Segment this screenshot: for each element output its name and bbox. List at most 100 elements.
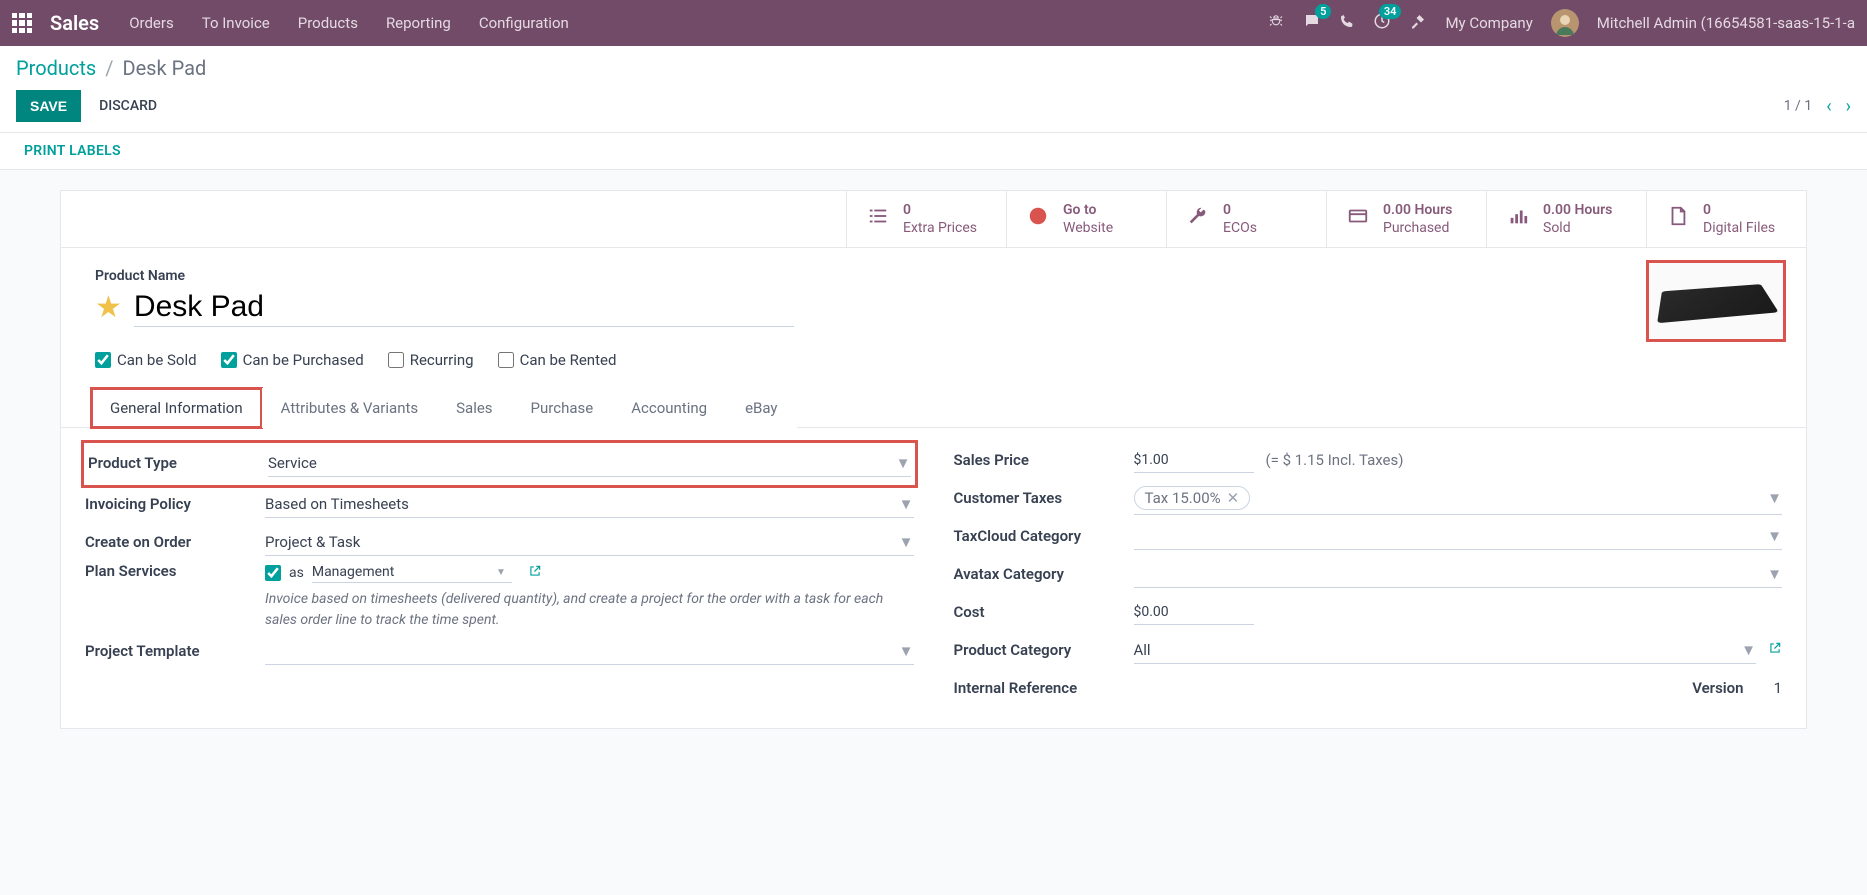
- activities-badge: 34: [1379, 4, 1402, 19]
- sheet-wrap: 0Extra Prices Go toWebsite 0ECOs 0.00 Ho…: [0, 170, 1867, 749]
- create-on-order-select[interactable]: Project & Task ▼: [265, 529, 914, 556]
- nav-products[interactable]: Products: [298, 14, 358, 32]
- nav-orders[interactable]: Orders: [129, 14, 174, 32]
- stat-buttons-row: 0Extra Prices Go toWebsite 0ECOs 0.00 Ho…: [61, 191, 1806, 248]
- apps-icon[interactable]: [12, 13, 32, 33]
- caret-down-icon: ▼: [1767, 565, 1782, 583]
- tab-sales[interactable]: Sales: [437, 388, 511, 428]
- tab-general-information[interactable]: General Information: [91, 388, 262, 428]
- main-navbar: Sales Orders To Invoice Products Reporti…: [0, 0, 1867, 46]
- product-header: Product Name ★: [61, 248, 1806, 337]
- invoicing-policy-select[interactable]: Based on Timesheets ▼: [265, 491, 914, 518]
- product-category-select[interactable]: All ▼: [1134, 637, 1757, 664]
- product-category-label: Product Category: [954, 641, 1134, 659]
- version-label: Version: [1692, 679, 1743, 697]
- can-be-rented-check[interactable]: Can be Rented: [498, 351, 617, 369]
- control-bar: Products / Desk Pad SAVE DISCARD 1 / 1 ‹…: [0, 46, 1867, 133]
- wrench-icon: [1185, 205, 1211, 233]
- breadcrumb-current: Desk Pad: [122, 56, 206, 80]
- app-brand[interactable]: Sales: [50, 11, 99, 35]
- caret-down-icon: ▼: [896, 454, 911, 472]
- globe-icon: [1025, 205, 1051, 233]
- discard-button[interactable]: DISCARD: [99, 98, 157, 114]
- nav-right: 5 34 My Company Mitchell Admin (16654581…: [1267, 9, 1855, 37]
- form-sheet: 0Extra Prices Go toWebsite 0ECOs 0.00 Ho…: [60, 190, 1807, 729]
- nav-configuration[interactable]: Configuration: [479, 14, 569, 32]
- tab-accounting[interactable]: Accounting: [612, 388, 726, 428]
- favorite-star-icon[interactable]: ★: [95, 290, 122, 325]
- tools-icon[interactable]: [1409, 12, 1427, 34]
- bars-icon: [1505, 205, 1531, 233]
- print-labels-button[interactable]: PRINT LABELS: [24, 143, 121, 159]
- company-name[interactable]: My Company: [1445, 14, 1532, 32]
- list-icon: [865, 205, 891, 233]
- taxcloud-category-select[interactable]: ▼: [1134, 523, 1783, 550]
- caret-down-icon: ▼: [1767, 489, 1782, 507]
- sales-price-input[interactable]: $1.00: [1134, 448, 1254, 473]
- product-type-select[interactable]: Service ▼: [268, 450, 911, 477]
- external-link-icon[interactable]: [528, 564, 542, 582]
- product-type-label: Product Type: [88, 454, 268, 472]
- card-icon: [1345, 205, 1371, 233]
- form-left-column: Product Type Service ▼ Invoicing Policy: [85, 442, 914, 708]
- activities-icon[interactable]: 34: [1373, 12, 1391, 34]
- sales-price-incl-taxes: (= $ 1.15 Incl. Taxes): [1266, 451, 1404, 469]
- avatax-category-select[interactable]: ▼: [1134, 561, 1783, 588]
- cost-input[interactable]: $0.00: [1134, 600, 1254, 625]
- recurring-check[interactable]: Recurring: [388, 351, 474, 369]
- taxcloud-category-label: TaxCloud Category: [954, 527, 1134, 545]
- messages-badge: 5: [1315, 4, 1331, 19]
- stat-purchased[interactable]: 0.00 HoursPurchased: [1326, 191, 1486, 247]
- tab-attributes-variants[interactable]: Attributes & Variants: [262, 388, 437, 428]
- tab-ebay[interactable]: eBay: [726, 388, 796, 428]
- user-name[interactable]: Mitchell Admin (16654581-saas-15-1-a: [1597, 14, 1855, 32]
- stat-website[interactable]: Go toWebsite: [1006, 191, 1166, 247]
- actions-row: SAVE DISCARD 1 / 1 ‹ ›: [16, 90, 1851, 132]
- invoicing-help-text: Invoice based on timesheets (delivered q…: [265, 589, 914, 631]
- project-template-select[interactable]: ▼: [265, 638, 914, 665]
- breadcrumb: Products / Desk Pad: [16, 56, 1851, 80]
- product-image-box[interactable]: [1646, 260, 1786, 342]
- plan-services-label: Plan Services: [85, 562, 265, 580]
- form-right-column: Sales Price $1.00 (= $ 1.15 Incl. Taxes)…: [954, 442, 1783, 708]
- caret-down-icon: ▼: [899, 533, 914, 551]
- product-tabs: General Information Attributes & Variant…: [61, 387, 1806, 428]
- plan-services-check[interactable]: [265, 565, 281, 581]
- create-on-order-label: Create on Order: [85, 533, 265, 551]
- pager: 1 / 1 ‹ ›: [1784, 96, 1851, 117]
- internal-reference-label: Internal Reference: [954, 679, 1134, 697]
- save-button[interactable]: SAVE: [16, 90, 81, 122]
- phone-icon[interactable]: [1339, 13, 1355, 33]
- form-body: Product Type Service ▼ Invoicing Policy: [61, 428, 1806, 728]
- can-be-purchased-check[interactable]: Can be Purchased: [221, 351, 364, 369]
- remove-tag-icon[interactable]: ✕: [1227, 489, 1240, 507]
- bug-icon[interactable]: [1267, 12, 1285, 34]
- pager-prev-icon[interactable]: ‹: [1826, 96, 1831, 117]
- avatar[interactable]: [1551, 9, 1579, 37]
- product-image: [1657, 285, 1779, 324]
- can-be-sold-check[interactable]: Can be Sold: [95, 351, 197, 369]
- nav-menu: Orders To Invoice Products Reporting Con…: [129, 14, 569, 32]
- breadcrumb-products[interactable]: Products: [16, 56, 96, 80]
- file-icon: [1665, 205, 1691, 233]
- external-link-icon[interactable]: [1768, 641, 1782, 659]
- nav-reporting[interactable]: Reporting: [386, 14, 451, 32]
- customer-taxes-select[interactable]: Tax 15.00% ✕ ▼: [1134, 482, 1783, 515]
- plan-services-select[interactable]: Management ▼: [312, 562, 512, 583]
- stat-digital-files[interactable]: 0Digital Files: [1646, 191, 1806, 247]
- product-name-label: Product Name: [95, 268, 1772, 284]
- stat-sold[interactable]: 0.00 HoursSold: [1486, 191, 1646, 247]
- pager-text: 1 / 1: [1784, 98, 1812, 114]
- product-name-input[interactable]: [134, 288, 794, 327]
- cost-label: Cost: [954, 603, 1134, 621]
- nav-to-invoice[interactable]: To Invoice: [202, 14, 270, 32]
- stat-extra-prices[interactable]: 0Extra Prices: [846, 191, 1006, 247]
- pager-next-icon[interactable]: ›: [1846, 96, 1851, 117]
- messages-icon[interactable]: 5: [1303, 12, 1321, 34]
- avatax-category-label: Avatax Category: [954, 565, 1134, 583]
- caret-down-icon: ▼: [1767, 527, 1782, 545]
- caret-down-icon: ▼: [496, 567, 506, 578]
- version-value: 1: [1774, 679, 1782, 697]
- stat-ecos[interactable]: 0ECOs: [1166, 191, 1326, 247]
- tab-purchase[interactable]: Purchase: [512, 388, 613, 428]
